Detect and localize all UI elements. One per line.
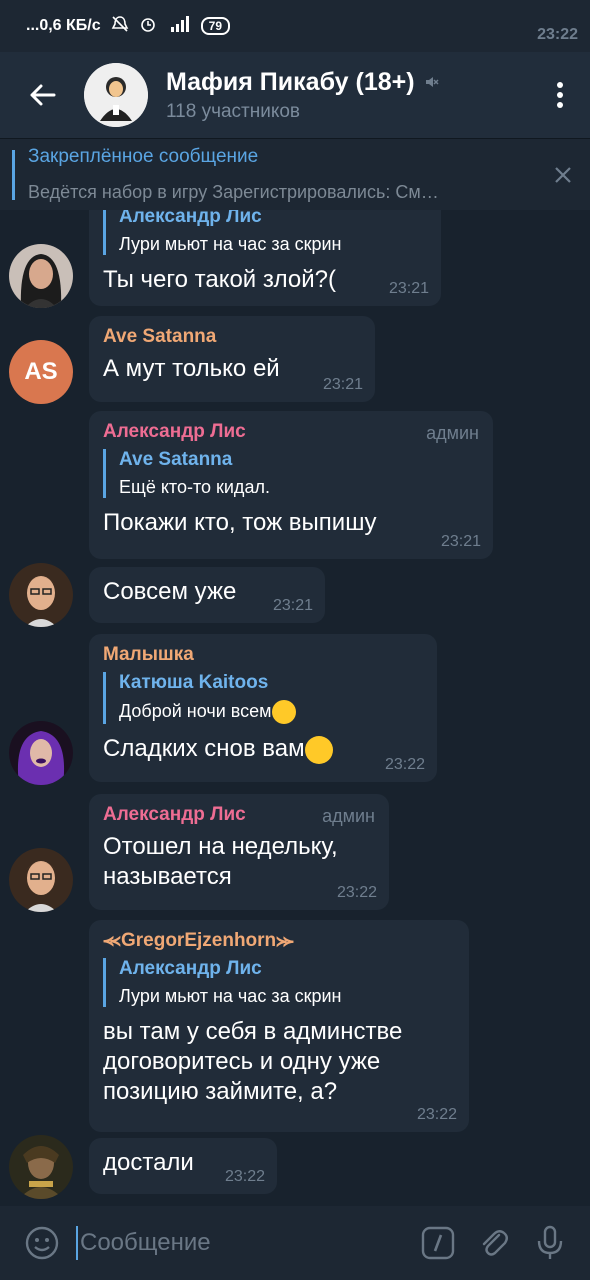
message-time: 23:22 xyxy=(336,884,377,901)
reply-quote[interactable]: Александр Лис Лури мьют на час за скрин xyxy=(103,958,455,1007)
more-vert-icon xyxy=(557,82,563,108)
admin-badge: админ xyxy=(322,806,375,826)
sender-name[interactable]: Малышка xyxy=(103,644,423,666)
message-bubble[interactable]: Малышка Катюша Kaitoos Доброй ночи всем … xyxy=(89,634,437,782)
mute-icon xyxy=(111,15,129,38)
message-time: 23:21 xyxy=(272,597,313,614)
slash-command-icon xyxy=(421,1226,455,1260)
avatar[interactable] xyxy=(9,721,73,785)
hugging-emoji-icon xyxy=(271,700,296,724)
smiley-icon xyxy=(25,1226,59,1260)
kiss-emoji-icon xyxy=(304,735,333,764)
reply-quote[interactable]: Ave Satanna Ещё кто-то кидал. xyxy=(103,449,479,498)
network-speed: ...0,6 КБ/с xyxy=(26,17,101,34)
arrow-left-icon xyxy=(30,84,56,106)
chat-title: Мафия Пикабу (18+) xyxy=(166,68,530,97)
microphone-icon xyxy=(537,1225,563,1259)
pinned-bar xyxy=(12,149,15,200)
admin-badge: админ xyxy=(426,423,479,443)
member-count: 118 участников xyxy=(166,100,301,122)
message-bubble[interactable]: Ave Satanna А мут только ей 23:21 xyxy=(89,316,375,402)
message-bubble[interactable]: Александр Лис админ Отошел на недельку, … xyxy=(89,794,389,910)
attach-button[interactable] xyxy=(466,1206,522,1280)
message-bubble[interactable]: ⪻GregorEjzenhorn⪼ Александр Лис Лури мью… xyxy=(89,920,469,1132)
message-text-line: вы там у себя в админстве xyxy=(103,1018,403,1045)
sender-name[interactable]: ⪻GregorEjzenhorn⪼ xyxy=(103,930,455,952)
paperclip-icon xyxy=(482,1230,508,1256)
battery-icon: 79 xyxy=(200,17,230,35)
status-time: 23:22 xyxy=(537,26,578,43)
back-button[interactable] xyxy=(0,52,84,138)
muted-icon xyxy=(423,68,439,97)
pinned-close-button[interactable] xyxy=(536,166,590,184)
message-bubble[interactable]: Совсем уже 23:21 xyxy=(89,567,325,623)
message-bubble[interactable]: Александр Лис Лури мьют на час за скрин … xyxy=(89,210,441,306)
pinned-message[interactable]: Закреплённое сообщение Ведётся набор в и… xyxy=(0,138,590,210)
message-text-line: договоритесь и одну уже xyxy=(103,1048,381,1075)
message-text-line: называется xyxy=(103,863,232,890)
message-time: 23:21 xyxy=(388,280,429,297)
reply-author: Александр Лис xyxy=(119,210,262,227)
message-composer: Сообщение xyxy=(0,1206,590,1280)
reply-text: Ещё кто-то кидал. xyxy=(119,477,270,497)
message-input[interactable]: Сообщение xyxy=(76,1226,410,1260)
avatar[interactable] xyxy=(9,244,73,308)
reply-text: Лури мьют на час за скрин xyxy=(119,234,342,254)
reply-text: Доброй ночи всем xyxy=(119,700,423,724)
message-bubble[interactable]: достали 23:22 xyxy=(89,1138,277,1194)
message-time: 23:21 xyxy=(322,376,363,393)
pinned-title: Закреплённое сообщение xyxy=(28,146,259,167)
sender-name[interactable]: Ave Satanna xyxy=(103,326,361,348)
message-list[interactable]: Александр Лис Лури мьют на час за скрин … xyxy=(0,210,590,1206)
emoji-button[interactable] xyxy=(14,1206,70,1280)
reply-author: Катюша Kaitoos xyxy=(119,672,269,693)
more-menu-button[interactable] xyxy=(530,52,590,138)
pinned-body: Ведётся набор в игру Зарегистрировались:… xyxy=(28,182,439,202)
chat-header: Мафия Пикабу (18+) 118 участников xyxy=(0,52,590,138)
message-text-line: позицию займите, а? xyxy=(103,1078,338,1105)
avatar[interactable] xyxy=(9,563,73,627)
close-icon xyxy=(555,166,571,183)
reply-text: Лури мьют на час за скрин xyxy=(119,986,342,1006)
message-time: 23:21 xyxy=(440,533,481,550)
chat-avatar[interactable] xyxy=(84,63,148,127)
avatar[interactable] xyxy=(9,848,73,912)
message-bubble[interactable]: Александр Лис админ Ave Satanna Ещё кто-… xyxy=(89,411,493,559)
commands-button[interactable] xyxy=(410,1206,466,1280)
chat-info[interactable]: Мафия Пикабу (18+) 118 участников xyxy=(166,68,530,123)
alarm-icon xyxy=(139,15,157,38)
message-time: 23:22 xyxy=(224,1168,265,1185)
message-text: Покажи кто, тож выпишу xyxy=(103,509,377,536)
message-text: Ты чего такой злой?( xyxy=(103,266,336,293)
reply-author: Александр Лис xyxy=(119,958,262,979)
reply-quote[interactable]: Катюша Kaitoos Доброй ночи всем xyxy=(103,672,423,724)
avatar[interactable]: AS xyxy=(9,340,73,404)
text-caret xyxy=(76,1226,78,1260)
avatar[interactable] xyxy=(9,1135,73,1199)
message-time: 23:22 xyxy=(416,1106,457,1123)
message-time: 23:22 xyxy=(384,756,425,773)
reply-quote[interactable]: Александр Лис Лури мьют на час за скрин xyxy=(103,210,427,255)
status-bar: 23:22 ...0,6 КБ/с 79 xyxy=(0,0,590,52)
voice-button[interactable] xyxy=(522,1206,578,1280)
message-text: Сладких снов вам xyxy=(103,734,423,764)
signal-icon xyxy=(167,15,191,38)
sender-name[interactable]: Александр Лис xyxy=(103,421,479,443)
message-text-line: Отошел на недельку, xyxy=(103,833,338,860)
reply-author: Ave Satanna xyxy=(119,449,233,470)
